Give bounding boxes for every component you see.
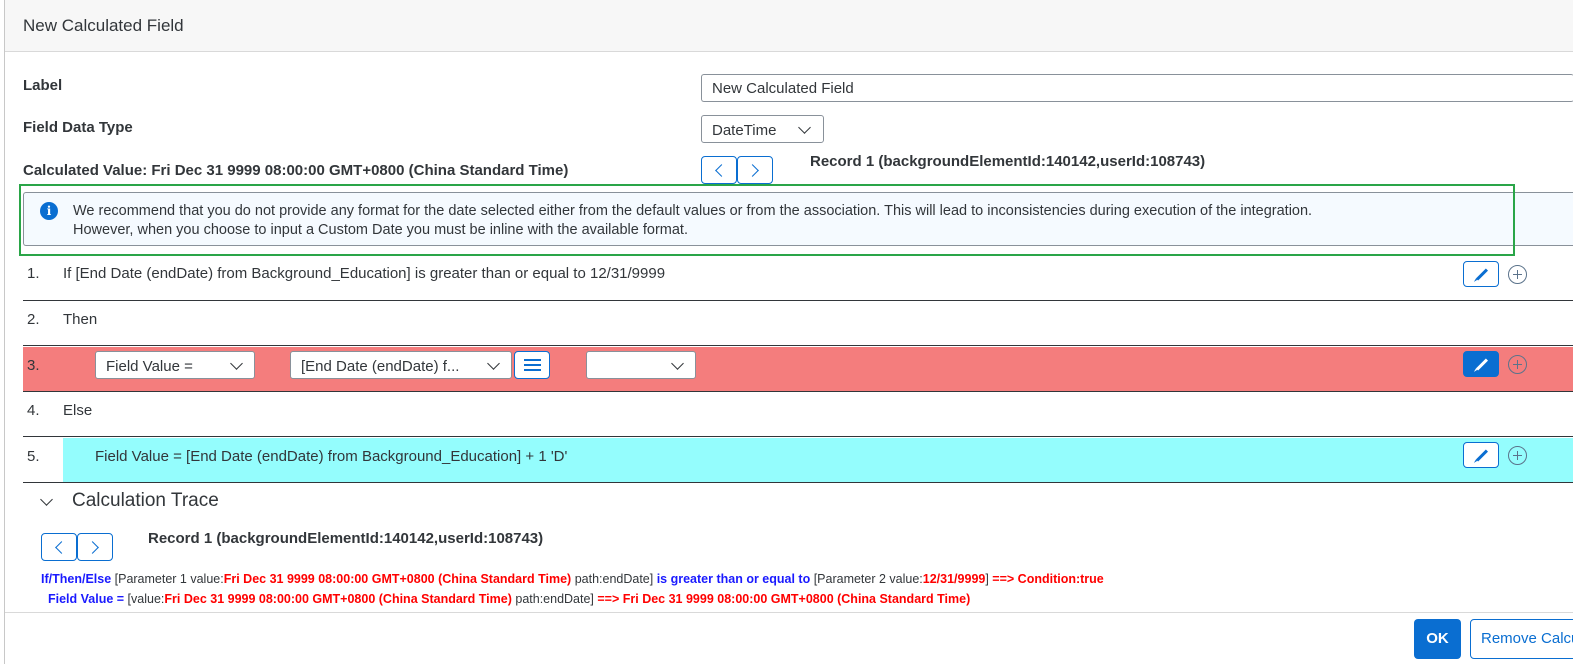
source-field-select[interactable]: [End Date (endDate) f... (290, 351, 512, 379)
rule-number: 5. (27, 448, 40, 465)
focus-highlight-frame (19, 184, 1515, 256)
trace-prev-record-button[interactable] (41, 533, 77, 561)
rule-row-3: 3. Field Value = [End Date (endDate) f..… (23, 347, 1573, 392)
menu-icon (524, 359, 541, 361)
trace-line-2: Field Value = [value:Fri Dec 31 9999 08:… (48, 592, 970, 606)
chevron-down-icon[interactable] (40, 493, 53, 506)
remove-calculated-field-button[interactable]: Remove Calculated Field (1470, 619, 1573, 659)
rule-row-4: 4. Else (23, 392, 1573, 437)
data-type-value: DateTime (712, 122, 777, 139)
edit-rule-button[interactable] (1463, 261, 1499, 287)
chevron-left-icon (55, 541, 68, 554)
trace-op: Field Value = (48, 592, 125, 606)
trace-text: path:endDate] (571, 572, 657, 586)
edit-rule-button[interactable] (1463, 351, 1499, 377)
next-record-button[interactable] (737, 156, 773, 184)
trace-title[interactable]: Calculation Trace (72, 490, 219, 512)
trace-text: [value: (124, 592, 165, 606)
add-circle-icon[interactable] (1508, 265, 1527, 284)
rule-text: Else (63, 402, 93, 419)
label-input[interactable]: New Calculated Field (701, 74, 1573, 102)
chevron-down-icon (671, 357, 684, 370)
ok-button[interactable]: OK (1414, 619, 1461, 659)
trace-text: [Parameter 1 value: (111, 572, 224, 586)
trace-op: If/Then/Else (41, 572, 112, 586)
rule-number: 2. (27, 311, 40, 328)
chevron-down-icon (487, 357, 500, 370)
data-type-caption: Field Data Type (23, 119, 133, 136)
chevron-right-icon (86, 541, 99, 554)
pencil-icon (1475, 358, 1489, 371)
rule-text: Field Value = [End Date (endDate) from B… (95, 448, 568, 465)
rule-row-2: 2. Then (23, 301, 1573, 346)
dialog-header: New Calculated Field (5, 0, 1573, 52)
trace-value: Fri Dec 31 9999 08:00:00 GMT+0800 (China… (164, 592, 512, 606)
add-circle-icon[interactable] (1508, 355, 1527, 374)
pencil-icon (1475, 449, 1489, 462)
field-value-select-label: Field Value = (106, 358, 193, 375)
rule-text: If [End Date (endDate) from Background_E… (63, 265, 666, 282)
chevron-right-icon (746, 164, 759, 177)
trace-line-1: If/Then/Else [Parameter 1 value:Fri Dec … (41, 572, 1104, 586)
chevron-down-icon (798, 121, 811, 134)
dialog-footer: OK Remove Calculated Field (5, 612, 1573, 664)
third-select[interactable] (586, 351, 696, 379)
rule-text: Then (63, 311, 98, 328)
trace-text: [Parameter 2 value: (810, 572, 923, 586)
menu-icon-bar (524, 369, 541, 371)
field-menu-button[interactable] (514, 351, 550, 379)
data-type-select[interactable]: DateTime (701, 115, 824, 143)
trace-value: 12/31/9999 (922, 572, 986, 586)
prev-record-button[interactable] (701, 156, 737, 184)
rule-row-1: 1. If [End Date (endDate) from Backgroun… (23, 256, 1573, 301)
trace-value: Fri Dec 31 9999 08:00:00 GMT+0800 (China… (223, 572, 572, 586)
trace-next-record-button[interactable] (77, 533, 113, 561)
rule-row-5: 5. Field Value = [End Date (endDate) fro… (23, 438, 1573, 483)
record-title: Record 1 (backgroundElementId:140142,use… (810, 153, 1206, 170)
edit-rule-button[interactable] (1463, 442, 1499, 468)
chevron-left-icon (715, 164, 728, 177)
calculated-value: Calculated Value: Fri Dec 31 9999 08:00:… (23, 162, 569, 179)
source-field-select-label: [End Date (endDate) f... (301, 358, 460, 375)
rule-number: 4. (27, 402, 40, 419)
label-caption: Label (23, 77, 63, 94)
trace-text: path:endDate] (511, 592, 598, 606)
calculated-field-dialog: New Calculated Field Label New Calculate… (4, 0, 1573, 664)
dialog-title: New Calculated Field (23, 16, 184, 35)
trace-result: ==> Fri Dec 31 9999 08:00:00 GMT+0800 (C… (597, 592, 971, 606)
trace-record-title: Record 1 (backgroundElementId:140142,use… (148, 530, 544, 547)
field-value-select[interactable]: Field Value = (95, 351, 255, 379)
rule-number: 3. (27, 357, 40, 374)
rule-number: 1. (27, 265, 40, 282)
add-circle-icon[interactable] (1508, 446, 1527, 465)
trace-comparator: is greater than or equal to (656, 572, 811, 586)
chevron-down-icon (230, 357, 243, 370)
menu-icon-bar (524, 364, 541, 366)
pencil-icon (1475, 268, 1489, 281)
trace-result: ==> Condition:true (992, 572, 1104, 586)
